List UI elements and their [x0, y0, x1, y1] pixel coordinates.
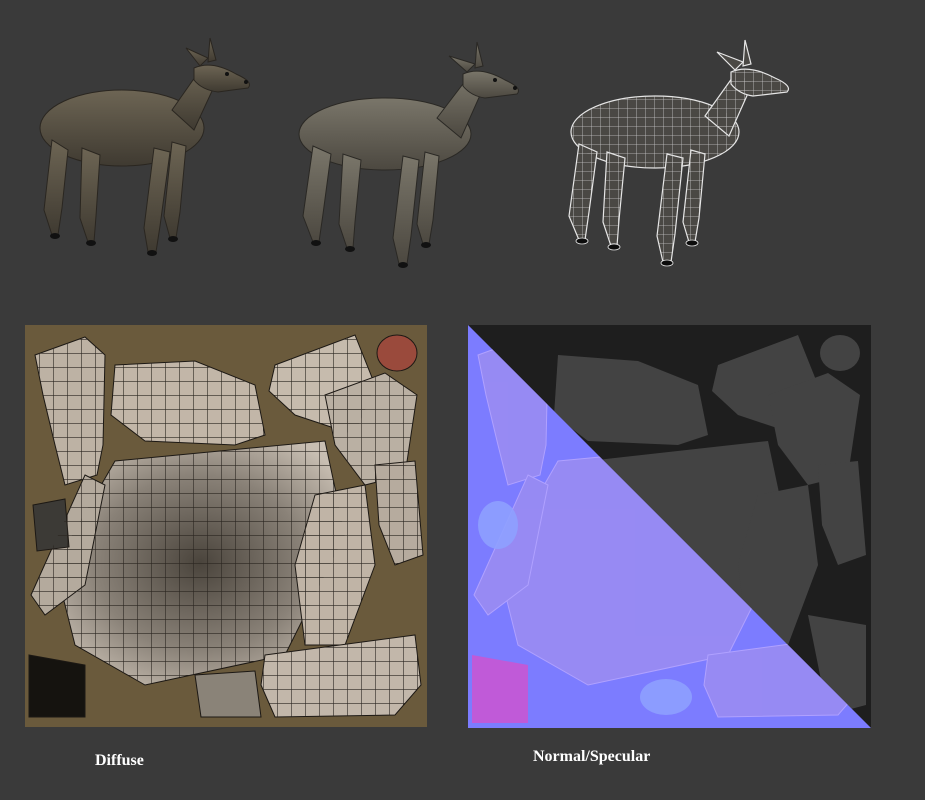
- deer-render-textured-grey: [298, 41, 519, 268]
- deer-render-textured-dark: [39, 37, 250, 256]
- normal-specular-uv-map: [468, 325, 871, 728]
- deer-model-1: [22, 30, 262, 270]
- diffuse-uv-map: [25, 325, 427, 727]
- normal-specular-texture-panel: [468, 325, 871, 728]
- deer-render-wireframe: [568, 39, 790, 267]
- diffuse-texture-panel: [25, 325, 427, 727]
- deer-model-3: [555, 36, 800, 271]
- diffuse-caption: Diffuse: [95, 752, 144, 769]
- deer-model-2: [285, 38, 530, 273]
- normal-specular-caption: Normal/Specular: [533, 748, 651, 765]
